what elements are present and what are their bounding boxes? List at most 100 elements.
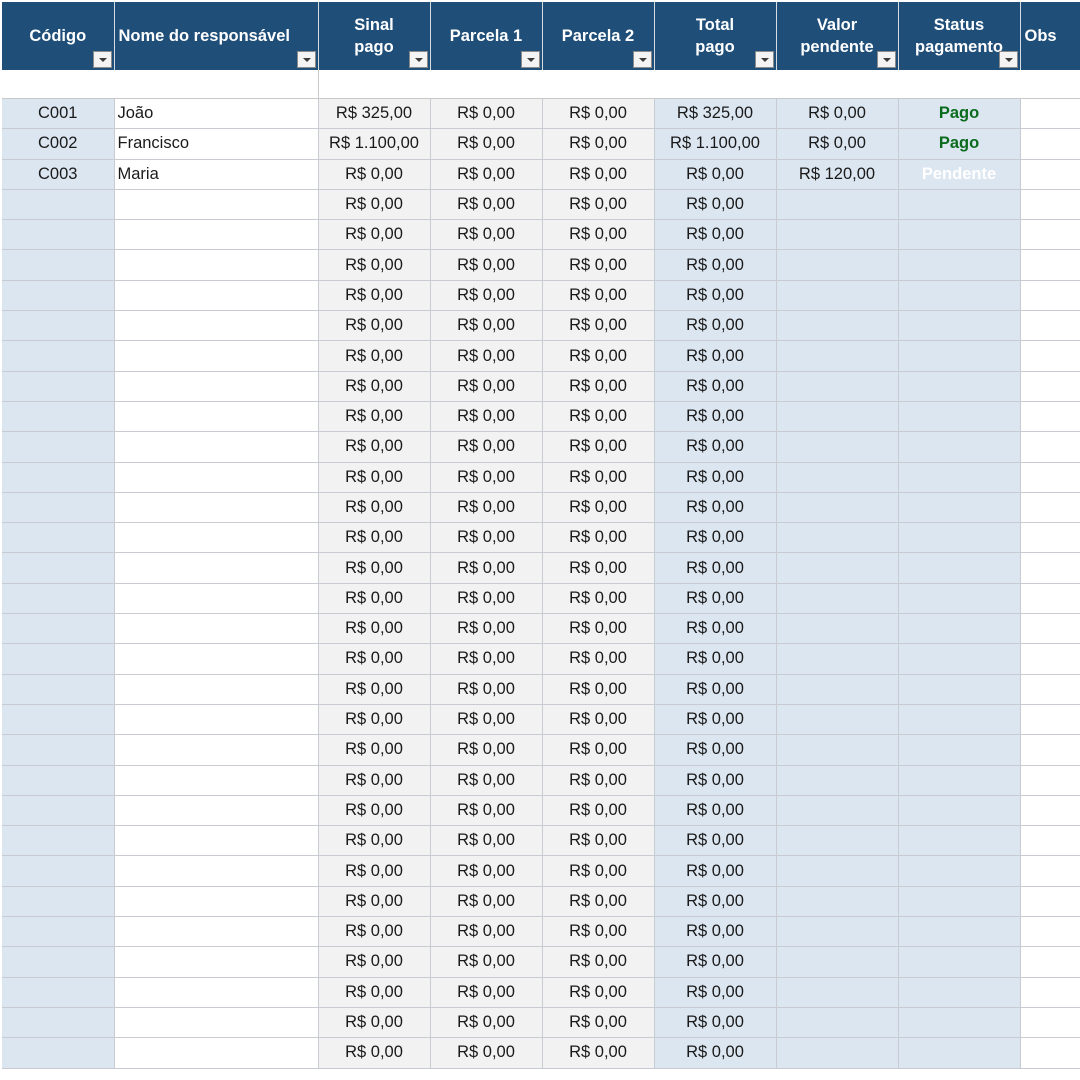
nome-cell[interactable] [114, 371, 319, 402]
nome-cell[interactable] [114, 552, 319, 584]
total-cell[interactable]: R$ 0,00 [654, 401, 777, 433]
total-cell[interactable]: R$ 0,00 [654, 310, 777, 342]
total-cell[interactable]: R$ 0,00 [654, 340, 777, 372]
total-cell[interactable]: R$ 0,00 [654, 946, 777, 978]
pendente-cell[interactable] [776, 340, 899, 372]
parcela-1-cell[interactable]: R$ 0,00 [430, 795, 543, 827]
filter-dropdown-icon[interactable] [296, 51, 316, 68]
parcela-2-cell[interactable]: R$ 0,00 [542, 462, 655, 493]
pendente-cell[interactable] [776, 977, 899, 1008]
status-cell[interactable] [898, 795, 1021, 827]
total-cell[interactable]: R$ 0,00 [654, 522, 777, 554]
obs-cell[interactable] [1020, 552, 1080, 584]
obs-cell[interactable] [1020, 795, 1080, 827]
parcela-1-cell[interactable]: R$ 0,00 [430, 552, 543, 584]
status-cell[interactable] [898, 734, 1021, 766]
status-cell[interactable]: Pago [898, 128, 1021, 160]
obs-cell[interactable] [1020, 977, 1080, 1008]
parcela-2-cell[interactable]: R$ 0,00 [542, 98, 655, 130]
status-cell[interactable] [898, 340, 1021, 372]
sinal-cell[interactable]: R$ 0,00 [318, 552, 431, 584]
parcela-2-cell[interactable]: R$ 0,00 [542, 280, 655, 312]
parcela-1-cell[interactable]: R$ 0,00 [430, 946, 543, 978]
status-cell[interactable]: Pendente [898, 159, 1021, 190]
codigo-cell[interactable] [2, 1037, 115, 1069]
sinal-cell[interactable]: R$ 0,00 [318, 1037, 431, 1069]
parcela-1-cell[interactable]: R$ 0,00 [430, 674, 543, 705]
parcela-2-cell[interactable]: R$ 0,00 [542, 1037, 655, 1069]
codigo-cell[interactable] [2, 371, 115, 402]
header-total-pago[interactable]: Total pago [654, 2, 777, 70]
parcela-1-cell[interactable]: R$ 0,00 [430, 916, 543, 948]
parcela-2-cell[interactable]: R$ 0,00 [542, 765, 655, 796]
obs-cell[interactable] [1020, 249, 1080, 281]
obs-cell[interactable] [1020, 492, 1080, 524]
nome-cell[interactable] [114, 431, 319, 463]
parcela-1-cell[interactable]: R$ 0,00 [430, 855, 543, 887]
codigo-cell[interactable] [2, 825, 115, 857]
pendente-cell[interactable] [776, 280, 899, 312]
nome-cell[interactable] [114, 704, 319, 736]
sinal-cell[interactable]: R$ 0,00 [318, 219, 431, 251]
sinal-cell[interactable]: R$ 0,00 [318, 310, 431, 342]
pendente-cell[interactable] [776, 613, 899, 645]
pendente-cell[interactable] [776, 522, 899, 554]
pendente-cell[interactable] [776, 704, 899, 736]
parcela-2-cell[interactable]: R$ 0,00 [542, 613, 655, 645]
pendente-cell[interactable] [776, 219, 899, 251]
codigo-cell[interactable] [2, 492, 115, 524]
parcela-1-cell[interactable]: R$ 0,00 [430, 371, 543, 402]
parcela-1-cell[interactable]: R$ 0,00 [430, 1037, 543, 1069]
parcela-2-cell[interactable]: R$ 0,00 [542, 492, 655, 524]
codigo-cell[interactable] [2, 219, 115, 251]
parcela-2-cell[interactable]: R$ 0,00 [542, 431, 655, 463]
pendente-cell[interactable] [776, 795, 899, 827]
pendente-cell[interactable] [776, 734, 899, 766]
pendente-cell[interactable] [776, 189, 899, 221]
parcela-1-cell[interactable]: R$ 0,00 [430, 492, 543, 524]
obs-cell[interactable] [1020, 946, 1080, 978]
sinal-cell[interactable]: R$ 325,00 [318, 98, 431, 130]
total-cell[interactable]: R$ 0,00 [654, 1037, 777, 1069]
total-cell[interactable]: R$ 0,00 [654, 159, 777, 190]
codigo-cell[interactable] [2, 583, 115, 615]
status-cell[interactable] [898, 977, 1021, 1008]
codigo-cell[interactable] [2, 462, 115, 493]
status-cell[interactable] [898, 1007, 1021, 1039]
nome-cell[interactable] [114, 249, 319, 281]
total-cell[interactable]: R$ 325,00 [654, 98, 777, 130]
status-cell[interactable] [898, 704, 1021, 736]
pendente-cell[interactable] [776, 886, 899, 918]
total-cell[interactable]: R$ 0,00 [654, 583, 777, 615]
codigo-cell[interactable] [2, 765, 115, 796]
obs-cell[interactable] [1020, 734, 1080, 766]
parcela-1-cell[interactable]: R$ 0,00 [430, 765, 543, 796]
pendente-cell[interactable] [776, 643, 899, 675]
nome-cell[interactable] [114, 977, 319, 1008]
parcela-2-cell[interactable]: R$ 0,00 [542, 916, 655, 948]
obs-cell[interactable] [1020, 340, 1080, 372]
obs-cell[interactable] [1020, 1007, 1080, 1039]
parcela-1-cell[interactable]: R$ 0,00 [430, 704, 543, 736]
status-cell[interactable] [898, 613, 1021, 645]
pendente-cell[interactable] [776, 583, 899, 615]
obs-cell[interactable] [1020, 886, 1080, 918]
total-cell[interactable]: R$ 0,00 [654, 1007, 777, 1039]
pendente-cell[interactable] [776, 1007, 899, 1039]
nome-cell[interactable] [114, 310, 319, 342]
codigo-cell[interactable] [2, 340, 115, 372]
obs-cell[interactable] [1020, 674, 1080, 705]
pendente-cell[interactable] [776, 916, 899, 948]
parcela-1-cell[interactable]: R$ 0,00 [430, 219, 543, 251]
header-codigo[interactable]: Código [2, 2, 115, 70]
parcela-1-cell[interactable]: R$ 0,00 [430, 613, 543, 645]
codigo-cell[interactable] [2, 855, 115, 887]
total-cell[interactable]: R$ 0,00 [654, 734, 777, 766]
parcela-1-cell[interactable]: R$ 0,00 [430, 159, 543, 190]
obs-cell[interactable] [1020, 1037, 1080, 1069]
codigo-cell[interactable] [2, 613, 115, 645]
codigo-cell[interactable] [2, 886, 115, 918]
status-cell[interactable] [898, 855, 1021, 887]
total-cell[interactable]: R$ 0,00 [654, 189, 777, 221]
header-nome-responsavel[interactable]: Nome do responsável [114, 2, 319, 70]
